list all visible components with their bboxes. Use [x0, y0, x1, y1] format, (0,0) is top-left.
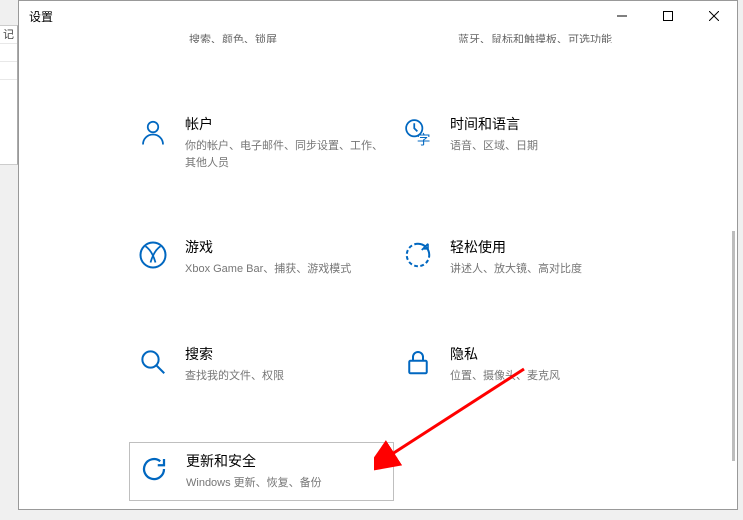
person-icon — [135, 114, 171, 150]
grid-row: 帐户 你的帐户、电子邮件、同步设置、工作、其他人员 字 时间和语言 语音、区域、… — [129, 106, 689, 179]
window-title: 设置 — [29, 8, 53, 25]
tile-subtitle: 位置、摄像头、麦克风 — [450, 368, 653, 385]
tile-title: 更新和安全 — [186, 451, 387, 471]
svg-text:字: 字 — [417, 133, 431, 148]
grid-row: 搜索 查找我的文件、权限 隐私 位置、摄像头、麦克风 — [129, 336, 689, 393]
tile-title: 帐户 — [185, 114, 388, 134]
tile-title: 搜索 — [185, 344, 388, 364]
xbox-icon — [135, 237, 171, 273]
tile-accounts[interactable]: 帐户 你的帐户、电子邮件、同步设置、工作、其他人员 — [129, 106, 394, 179]
grid-row: 更新和安全 Windows 更新、恢复、备份 — [129, 442, 689, 501]
tile-privacy[interactable]: 隐私 位置、摄像头、麦克风 — [394, 336, 659, 393]
tile-subtitle: 讲述人、放大镜、高对比度 — [450, 261, 653, 278]
window-controls — [599, 1, 737, 31]
titlebar: 设置 — [19, 1, 737, 31]
background-window-sliver: 记 — [0, 25, 18, 165]
tile-subtitle: 查找我的文件、权限 — [185, 368, 388, 385]
tile-update-security[interactable]: 更新和安全 Windows 更新、恢复、备份 — [129, 442, 394, 501]
tile-subtitle: Xbox Game Bar、捕获、游戏模式 — [185, 261, 388, 278]
update-icon — [136, 451, 172, 487]
time-language-icon: 字 — [400, 114, 436, 150]
ease-of-access-icon — [400, 237, 436, 273]
behind-row — [0, 44, 17, 62]
tile-subtitle: 语音、区域、日期 — [450, 138, 653, 155]
partial-right-subtitle: 蓝牙、鼠标和触摸板、可选功能 — [398, 31, 663, 43]
scroll-thumb[interactable] — [732, 231, 735, 461]
tile-subtitle: 你的帐户、电子邮件、同步设置、工作、其他人员 — [185, 138, 388, 171]
scrollbar[interactable] — [721, 31, 737, 501]
content-area: 搜索、颜色、锁屏 蓝牙、鼠标和触摸板、可选功能 帐户 你的帐户、电子邮件、同步设… — [19, 31, 737, 509]
settings-grid: 帐户 你的帐户、电子邮件、同步设置、工作、其他人员 字 时间和语言 语音、区域、… — [129, 106, 689, 509]
tile-time-language[interactable]: 字 时间和语言 语音、区域、日期 — [394, 106, 659, 179]
tile-title: 轻松使用 — [450, 237, 653, 257]
tile-search[interactable]: 搜索 查找我的文件、权限 — [129, 336, 394, 393]
tile-subtitle: Windows 更新、恢复、备份 — [186, 475, 387, 492]
tile-ease-of-access[interactable]: 轻松使用 讲述人、放大镜、高对比度 — [394, 229, 659, 286]
partial-cutoff-row: 搜索、颜色、锁屏 蓝牙、鼠标和触摸板、可选功能 — [129, 31, 669, 43]
minimize-button[interactable] — [599, 1, 645, 31]
tile-title: 游戏 — [185, 237, 388, 257]
grid-row: 游戏 Xbox Game Bar、捕获、游戏模式 轻松使用 讲述人、放大镜、高对… — [129, 229, 689, 286]
behind-row — [0, 62, 17, 80]
behind-row: 记 — [0, 26, 17, 44]
settings-window: 设置 搜索、颜色、锁屏 蓝牙、鼠标和触摸板、可选功能 — [18, 0, 738, 510]
close-button[interactable] — [691, 1, 737, 31]
tile-title: 隐私 — [450, 344, 653, 364]
search-icon — [135, 344, 171, 380]
partial-left-subtitle: 搜索、颜色、锁屏 — [129, 31, 394, 43]
tile-gaming[interactable]: 游戏 Xbox Game Bar、捕获、游戏模式 — [129, 229, 394, 286]
maximize-button[interactable] — [645, 1, 691, 31]
lock-icon — [400, 344, 436, 380]
tile-title: 时间和语言 — [450, 114, 653, 134]
